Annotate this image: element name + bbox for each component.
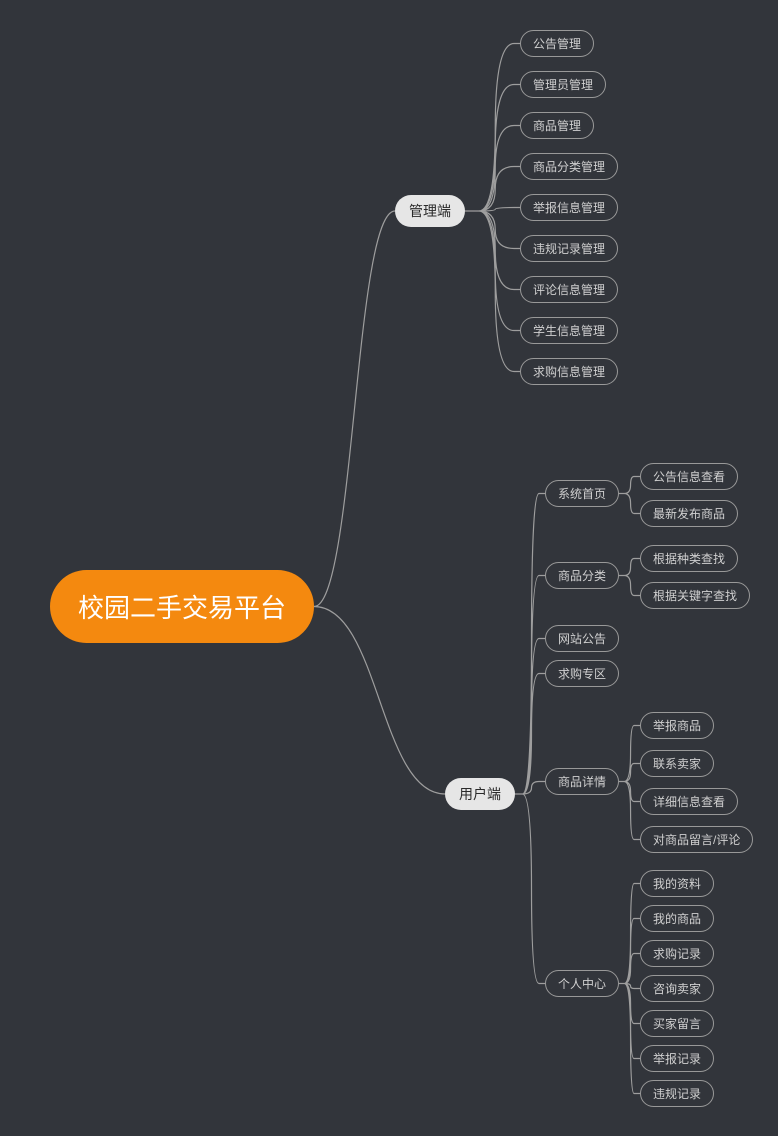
leaf-me-3: 咨询卖家: [640, 975, 714, 1002]
leaf-admin-7: 学生信息管理: [520, 317, 618, 344]
sub-user-5: 个人中心: [545, 970, 619, 997]
leaf-admin-5: 违规记录管理: [520, 235, 618, 262]
leaf-admin-3: 商品分类管理: [520, 153, 618, 180]
leaf-detail-1: 联系卖家: [640, 750, 714, 777]
leaf-home-0: 公告信息查看: [640, 463, 738, 490]
sub-user-1: 商品分类: [545, 562, 619, 589]
leaf-admin-0: 公告管理: [520, 30, 594, 57]
leaf-me-1: 我的商品: [640, 905, 714, 932]
leaf-admin-8: 求购信息管理: [520, 358, 618, 385]
sub-user-2: 网站公告: [545, 625, 619, 652]
leaf-me-5: 举报记录: [640, 1045, 714, 1072]
leaf-me-0: 我的资料: [640, 870, 714, 897]
leaf-me-2: 求购记录: [640, 940, 714, 967]
leaf-me-6: 违规记录: [640, 1080, 714, 1107]
sub-user-4: 商品详情: [545, 768, 619, 795]
leaf-me-4: 买家留言: [640, 1010, 714, 1037]
leaf-cat-1: 根据关键字查找: [640, 582, 750, 609]
leaf-cat-0: 根据种类查找: [640, 545, 738, 572]
leaf-admin-2: 商品管理: [520, 112, 594, 139]
sub-user-3: 求购专区: [545, 660, 619, 687]
branch-user: 用户端: [445, 778, 515, 810]
leaf-detail-3: 对商品留言/评论: [640, 826, 753, 853]
branch-admin: 管理端: [395, 195, 465, 227]
leaf-admin-1: 管理员管理: [520, 71, 606, 98]
leaf-detail-0: 举报商品: [640, 712, 714, 739]
root-node: 校园二手交易平台: [50, 570, 314, 643]
leaf-admin-6: 评论信息管理: [520, 276, 618, 303]
sub-user-0: 系统首页: [545, 480, 619, 507]
leaf-detail-2: 详细信息查看: [640, 788, 738, 815]
leaf-admin-4: 举报信息管理: [520, 194, 618, 221]
leaf-home-1: 最新发布商品: [640, 500, 738, 527]
